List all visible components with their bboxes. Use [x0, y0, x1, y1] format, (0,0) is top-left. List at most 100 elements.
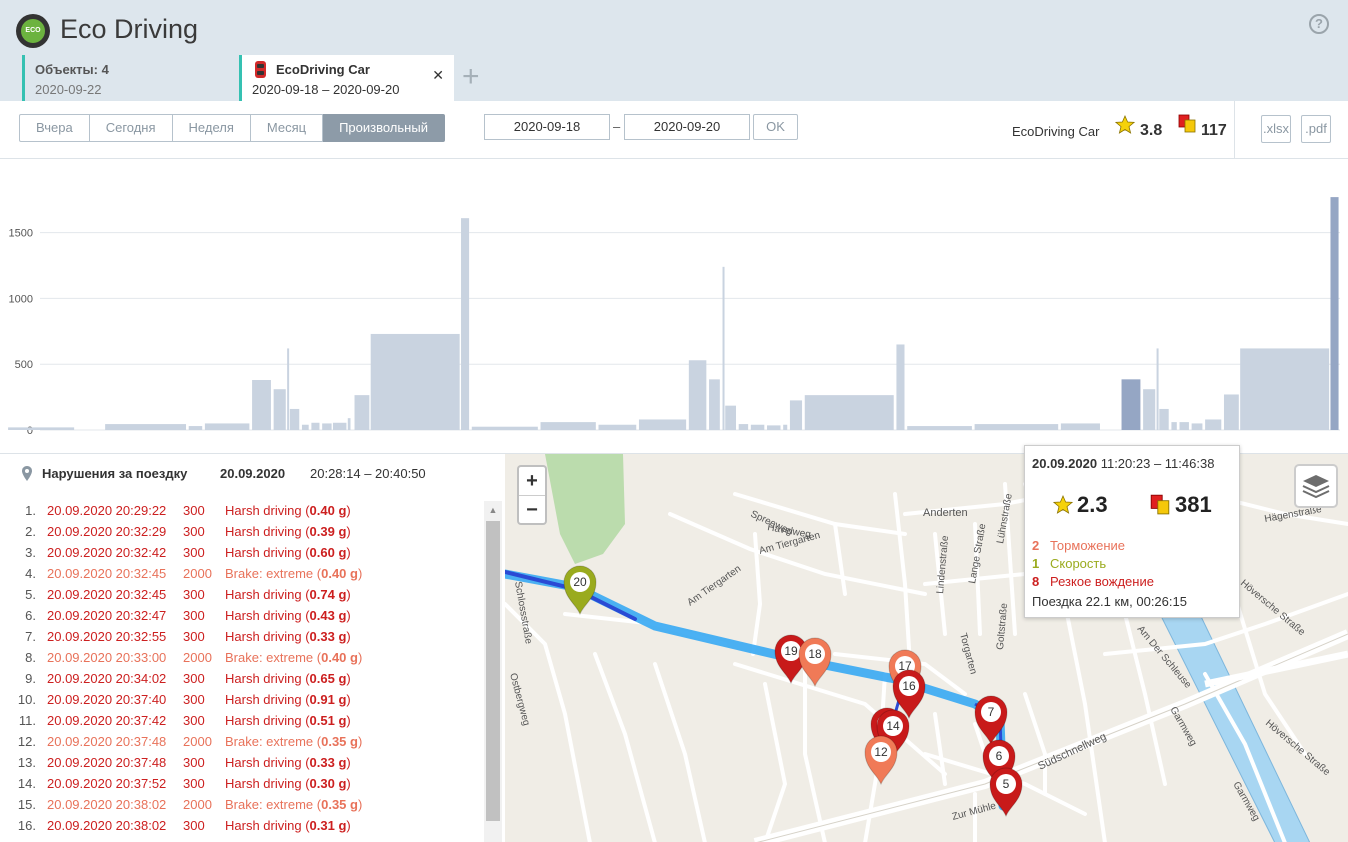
period-week-button[interactable]: Неделя	[172, 114, 251, 142]
chart-bar[interactable]	[1171, 422, 1177, 430]
street-label: Goltstraße	[995, 602, 1010, 650]
chart-bar[interactable]	[287, 348, 290, 430]
violation-row[interactable]: 6. 20.09.2020 20:32:47 300 Harsh driving (0…	[0, 605, 484, 626]
period-month-button[interactable]: Месяц	[250, 114, 324, 142]
chart-bar[interactable]	[289, 408, 300, 430]
street-label: Lange Straße	[967, 523, 988, 585]
period-custom-button[interactable]: Произвольный	[323, 114, 445, 142]
chart-bar[interactable]	[461, 218, 470, 430]
chart-bar[interactable]	[1240, 348, 1330, 430]
tab-objects[interactable]: Объекты: 4 2020-09-22	[22, 55, 235, 101]
chart-bar[interactable]	[332, 422, 347, 430]
violation-marker-icon[interactable]: 12	[864, 735, 898, 786]
eco-logo-icon: ECO	[16, 14, 50, 48]
chart-bar[interactable]	[1330, 197, 1339, 430]
chart-bar[interactable]	[1191, 423, 1203, 430]
violation-penalty: 300	[183, 545, 205, 560]
chart-bar[interactable]	[540, 422, 596, 430]
chart-bar[interactable]	[347, 418, 351, 430]
violation-time: 20.09.2020 20:37:40	[47, 692, 167, 707]
date-from-input[interactable]: 2020-09-18	[484, 114, 610, 140]
chart-bar[interactable]	[1223, 394, 1239, 430]
chart-bar[interactable]	[301, 424, 309, 430]
violation-row[interactable]: 16. 20.09.2020 20:38:02 300 Harsh driving (…	[0, 815, 484, 836]
chart-bar[interactable]	[1159, 408, 1169, 430]
chart-bar[interactable]	[354, 395, 370, 430]
toolbar-divider	[1234, 101, 1235, 158]
map-layers-button[interactable]	[1294, 464, 1338, 508]
violation-value: 0.40 g	[321, 566, 358, 581]
chart-bar[interactable]	[804, 395, 894, 430]
chart-bar[interactable]	[722, 266, 725, 430]
chart-bar[interactable]	[709, 379, 720, 430]
chart-bar[interactable]	[204, 423, 250, 430]
date-to-input[interactable]: 2020-09-20	[624, 114, 750, 140]
chart-bar[interactable]	[896, 344, 905, 430]
chart-bar[interactable]	[188, 426, 203, 430]
violation-row[interactable]: 5. 20.09.2020 20:32:45 300 Harsh driving (0…	[0, 584, 484, 605]
period-today-button[interactable]: Сегодня	[89, 114, 173, 142]
chart-bar[interactable]	[105, 424, 187, 430]
violation-row[interactable]: 11. 20.09.2020 20:37:42 300 Harsh driving (…	[0, 710, 484, 731]
chart-bar[interactable]	[638, 419, 687, 430]
chart-bar[interactable]	[1205, 419, 1222, 430]
chart-bar[interactable]	[789, 400, 803, 430]
chart-bar[interactable]	[370, 333, 460, 430]
help-icon[interactable]: ?	[1309, 14, 1329, 34]
add-tab-button[interactable]: +	[462, 62, 480, 92]
chart-bar[interactable]	[907, 426, 972, 430]
penalty-cards-icon	[1178, 114, 1196, 133]
violation-row[interactable]: 10. 20.09.2020 20:37:40 300 Harsh driving (…	[0, 689, 484, 710]
violation-row[interactable]: 9. 20.09.2020 20:34:02 300 Harsh driving (0…	[0, 668, 484, 689]
chart-bar[interactable]	[598, 424, 637, 430]
chart-bar[interactable]	[252, 380, 271, 430]
violation-row[interactable]: 13. 20.09.2020 20:37:48 300 Harsh driving (…	[0, 752, 484, 773]
chart-bar[interactable]	[273, 389, 286, 430]
trip-item-label: Резкое вождение	[1050, 574, 1154, 589]
close-tab-icon[interactable]: ✕	[432, 67, 444, 84]
location-pin-icon	[22, 466, 32, 481]
chart-bar[interactable]	[1179, 422, 1189, 430]
violation-type: Harsh driving (0.43 g)	[225, 608, 351, 623]
violation-row[interactable]: 15. 20.09.2020 20:38:02 2000 Brake: extreme…	[0, 794, 484, 815]
violations-scrollbar[interactable]: ▲	[484, 501, 502, 842]
tab-car[interactable]: EcoDriving Car 2020-09-18 – 2020-09-20 ✕	[239, 55, 454, 101]
toolbar: Вчера Сегодня Неделя Месяц Произвольный …	[0, 101, 1348, 159]
chart-bar[interactable]	[750, 424, 765, 430]
chart-bar[interactable]	[471, 426, 538, 430]
chart-bar[interactable]	[1121, 379, 1141, 430]
trip-date: 20.09.2020	[1032, 456, 1098, 471]
violation-row[interactable]: 12. 20.09.2020 20:37:48 2000 Brake: extreme…	[0, 731, 484, 752]
zoom-in-button[interactable]: +	[519, 467, 545, 496]
chart-bar[interactable]	[1060, 423, 1100, 430]
chart-bar[interactable]	[974, 424, 1059, 430]
chart-bar[interactable]	[8, 427, 75, 430]
apply-dates-button[interactable]: OK	[753, 114, 798, 140]
violation-index: 8.	[25, 650, 36, 665]
violation-row[interactable]: 4. 20.09.2020 20:32:45 2000 Brake: extreme …	[0, 563, 484, 584]
chart-bar[interactable]	[688, 360, 707, 430]
violation-row[interactable]: 1. 20.09.2020 20:29:22 300 Harsh driving (0…	[0, 500, 484, 521]
violation-row[interactable]: 8. 20.09.2020 20:33:00 2000 Brake: extreme …	[0, 647, 484, 668]
scroll-up-arrow-icon[interactable]: ▲	[484, 501, 502, 519]
scrollbar-thumb[interactable]	[486, 521, 500, 821]
chart-bar[interactable]	[1156, 348, 1159, 430]
chart-bar[interactable]	[311, 422, 320, 430]
violation-row[interactable]: 2. 20.09.2020 20:32:29 300 Harsh driving (0…	[0, 521, 484, 542]
chart-bar[interactable]	[767, 425, 781, 430]
violation-row[interactable]: 14. 20.09.2020 20:37:52 300 Harsh driving (…	[0, 773, 484, 794]
chart-bar[interactable]	[1143, 389, 1156, 430]
zoom-out-button[interactable]: −	[519, 496, 545, 525]
violation-penalty: 300	[183, 692, 205, 707]
violation-row[interactable]: 7. 20.09.2020 20:32:55 300 Harsh driving (0…	[0, 626, 484, 647]
chart-bar[interactable]	[783, 424, 788, 430]
period-yesterday-button[interactable]: Вчера	[19, 114, 90, 142]
violation-marker-icon[interactable]: 20	[563, 565, 597, 616]
chart-bar[interactable]	[725, 405, 737, 430]
chart-bar[interactable]	[322, 423, 332, 430]
export-pdf-button[interactable]: .pdf	[1301, 115, 1331, 143]
violation-row[interactable]: 3. 20.09.2020 20:32:42 300 Harsh driving (0…	[0, 542, 484, 563]
chart-bar[interactable]	[738, 424, 749, 430]
export-xlsx-button[interactable]: .xlsx	[1261, 115, 1291, 143]
penalty-histogram-chart[interactable]: 0 500 1000 1500	[0, 160, 1348, 452]
